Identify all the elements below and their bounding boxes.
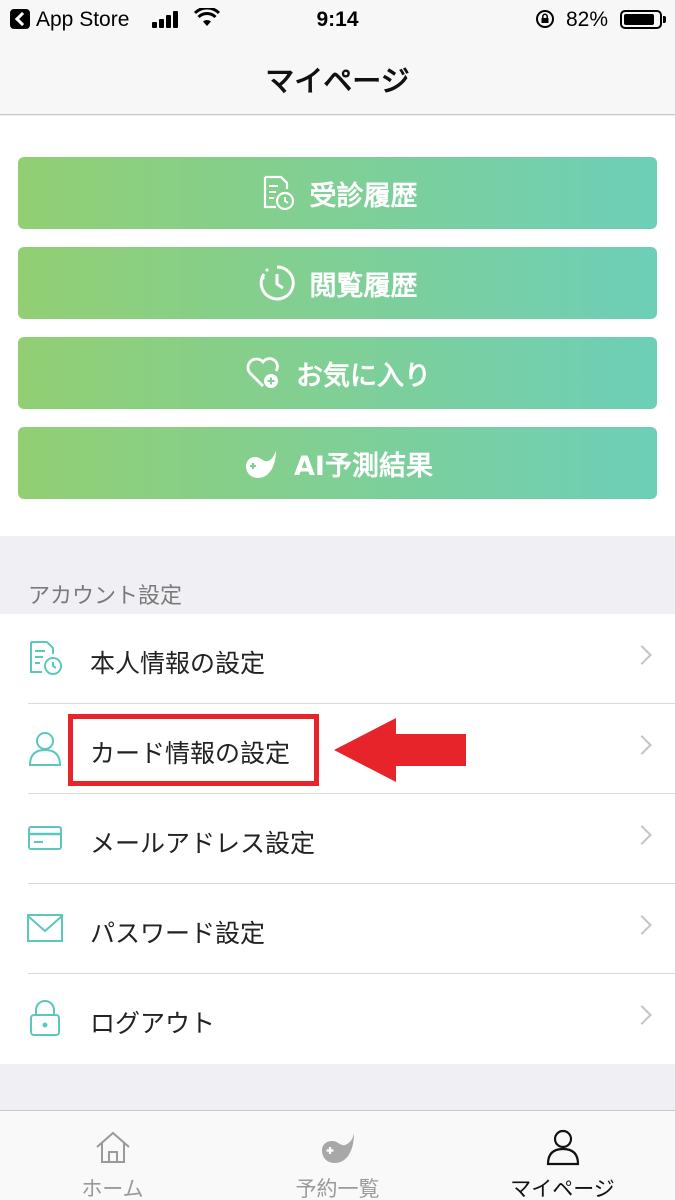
chevron-right-icon	[632, 825, 652, 845]
tab-label: 予約一覧	[295, 1177, 380, 1200]
status-bar: App Store 9:14 82%	[0, 0, 675, 40]
settings-item-label: メールアドレス設定	[90, 829, 316, 858]
annotation-arrow-icon	[334, 718, 466, 782]
tab-mypage[interactable]: マイページ	[450, 1111, 675, 1200]
person-icon	[543, 1127, 583, 1167]
settings-item-label: 本人情報の設定	[90, 649, 266, 678]
chevron-right-icon	[632, 645, 652, 665]
document-clock-icon	[26, 639, 64, 677]
lock-icon	[26, 999, 64, 1037]
ai-prediction-button[interactable]: AI予測結果	[18, 427, 657, 499]
settings-item-logout[interactable]: ログアウト	[0, 974, 675, 1064]
favorites-button[interactable]: お気に入り	[18, 337, 657, 409]
next-section-background	[0, 1064, 675, 1112]
button-label: AI予測結果	[294, 450, 433, 482]
battery-percentage: 82%	[566, 8, 609, 31]
settings-item-personal-info[interactable]: 本人情報の設定	[0, 614, 675, 704]
heart-plus-icon	[244, 354, 282, 392]
battery-icon	[620, 10, 662, 29]
home-icon	[93, 1127, 133, 1167]
chevron-right-icon	[632, 735, 652, 755]
tab-home[interactable]: ホーム	[0, 1111, 225, 1200]
button-label: 受診履歴	[309, 180, 418, 212]
account-settings-header: アカウント設定	[28, 584, 183, 609]
ai-leaf-icon	[242, 444, 280, 482]
tab-label: マイページ	[510, 1177, 615, 1200]
card-icon	[26, 819, 64, 857]
chevron-right-icon	[632, 1005, 652, 1025]
button-label: お気に入り	[296, 360, 431, 392]
rotation-lock-icon	[535, 9, 555, 29]
ai-leaf-icon	[318, 1127, 358, 1167]
account-settings-list: 本人情報の設定 カード情報の設定 メールアドレス設定 パスワード設定 ログアウト	[0, 614, 675, 1064]
annotation-highlight-box	[68, 714, 319, 786]
settings-item-email[interactable]: メールアドレス設定	[0, 794, 675, 884]
tab-reservations[interactable]: 予約一覧	[225, 1111, 450, 1200]
envelope-icon	[26, 909, 64, 947]
page-title: マイページ	[265, 64, 410, 98]
chevron-right-icon	[632, 915, 652, 935]
button-label: 閲覧履歴	[309, 270, 418, 302]
consultation-history-button[interactable]: 受診履歴	[18, 157, 657, 229]
menu-buttons-section: 受診履歴 閲覧履歴 お気に入り AI予測結果	[0, 116, 675, 536]
tab-bar: ホーム 予約一覧 マイページ	[0, 1110, 675, 1200]
clock-icon	[258, 264, 296, 302]
navigation-bar: マイページ	[0, 40, 675, 115]
settings-item-password[interactable]: パスワード設定	[0, 884, 675, 974]
tab-label: ホーム	[81, 1177, 144, 1200]
person-icon	[26, 729, 64, 767]
settings-item-label: パスワード設定	[90, 919, 266, 948]
settings-item-label: ログアウト	[90, 1009, 216, 1038]
document-clock-icon	[258, 174, 296, 212]
browsing-history-button[interactable]: 閲覧履歴	[18, 247, 657, 319]
